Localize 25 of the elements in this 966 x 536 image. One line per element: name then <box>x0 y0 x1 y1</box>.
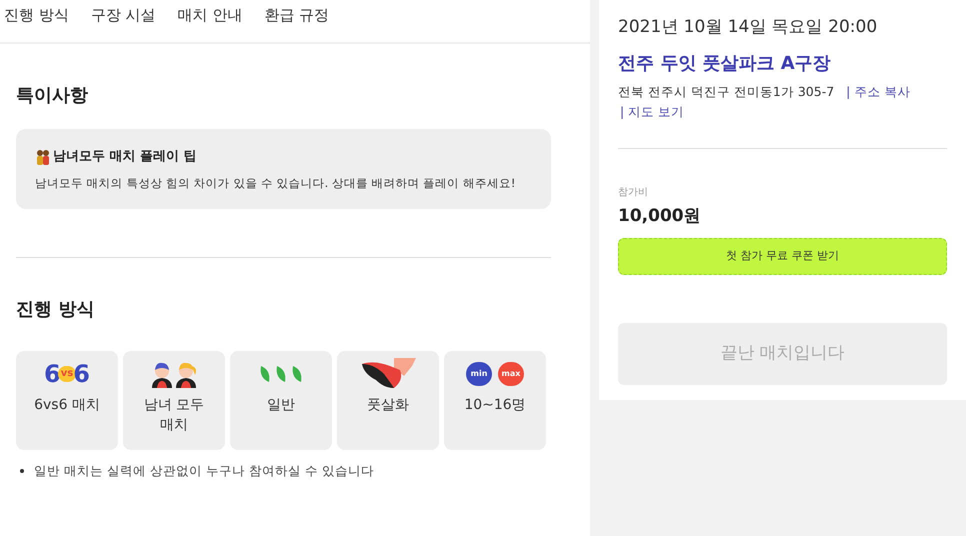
section-tab[interactable]: 구장 시설 <box>90 4 156 26</box>
section-tab[interactable]: 진행 방식 <box>4 4 69 26</box>
rule-note: 일반 매치는 실력에 상관없이 누구나 참여하실 수 있습니다 <box>34 462 374 480</box>
bullet-icon <box>20 468 24 473</box>
shoe-icon <box>360 358 416 390</box>
section-tab[interactable]: 환급 규정 <box>264 4 330 26</box>
section-title: 진행 방식 <box>16 298 96 322</box>
fee-amount: 10,000원 <box>618 204 702 228</box>
fee-label: 참가비 <box>618 186 649 200</box>
venue-name: 전주 두잇 풋살파크 A구장 <box>618 52 832 76</box>
section-tab[interactable]: 매치 안내 <box>178 4 242 26</box>
feature-label: 10~16명 <box>463 396 527 414</box>
venue-address: 전북 전주시 덕진구 전미동1가 305-7 <box>618 82 834 100</box>
coupon-button[interactable]: 첫 참가 무료 쿠폰 받기 <box>618 238 947 275</box>
tip-text: 남녀모두 매치의 특성상 힘의 차이가 있을 수 있습니다. 상대를 배려하며 플레이 해주세요! <box>35 174 516 190</box>
feature-label: 남녀 모두 매치 <box>142 396 206 434</box>
section-title: 특이사항 <box>16 84 89 108</box>
match-datetime: 2021년 10월 14일 목요일 20:00 <box>618 16 878 39</box>
address-link[interactable]: | 지도 보기 <box>620 102 684 122</box>
feature-label: 6vs6 매치 <box>33 396 101 414</box>
tip-title: 남녀모두 매치 플레이 팁 <box>53 148 197 166</box>
people-icon <box>35 148 51 165</box>
feature-label: 풋살화 <box>366 396 410 414</box>
address-link[interactable]: | 주소 복사 <box>846 82 910 102</box>
feature-label: 일반 <box>266 396 296 414</box>
